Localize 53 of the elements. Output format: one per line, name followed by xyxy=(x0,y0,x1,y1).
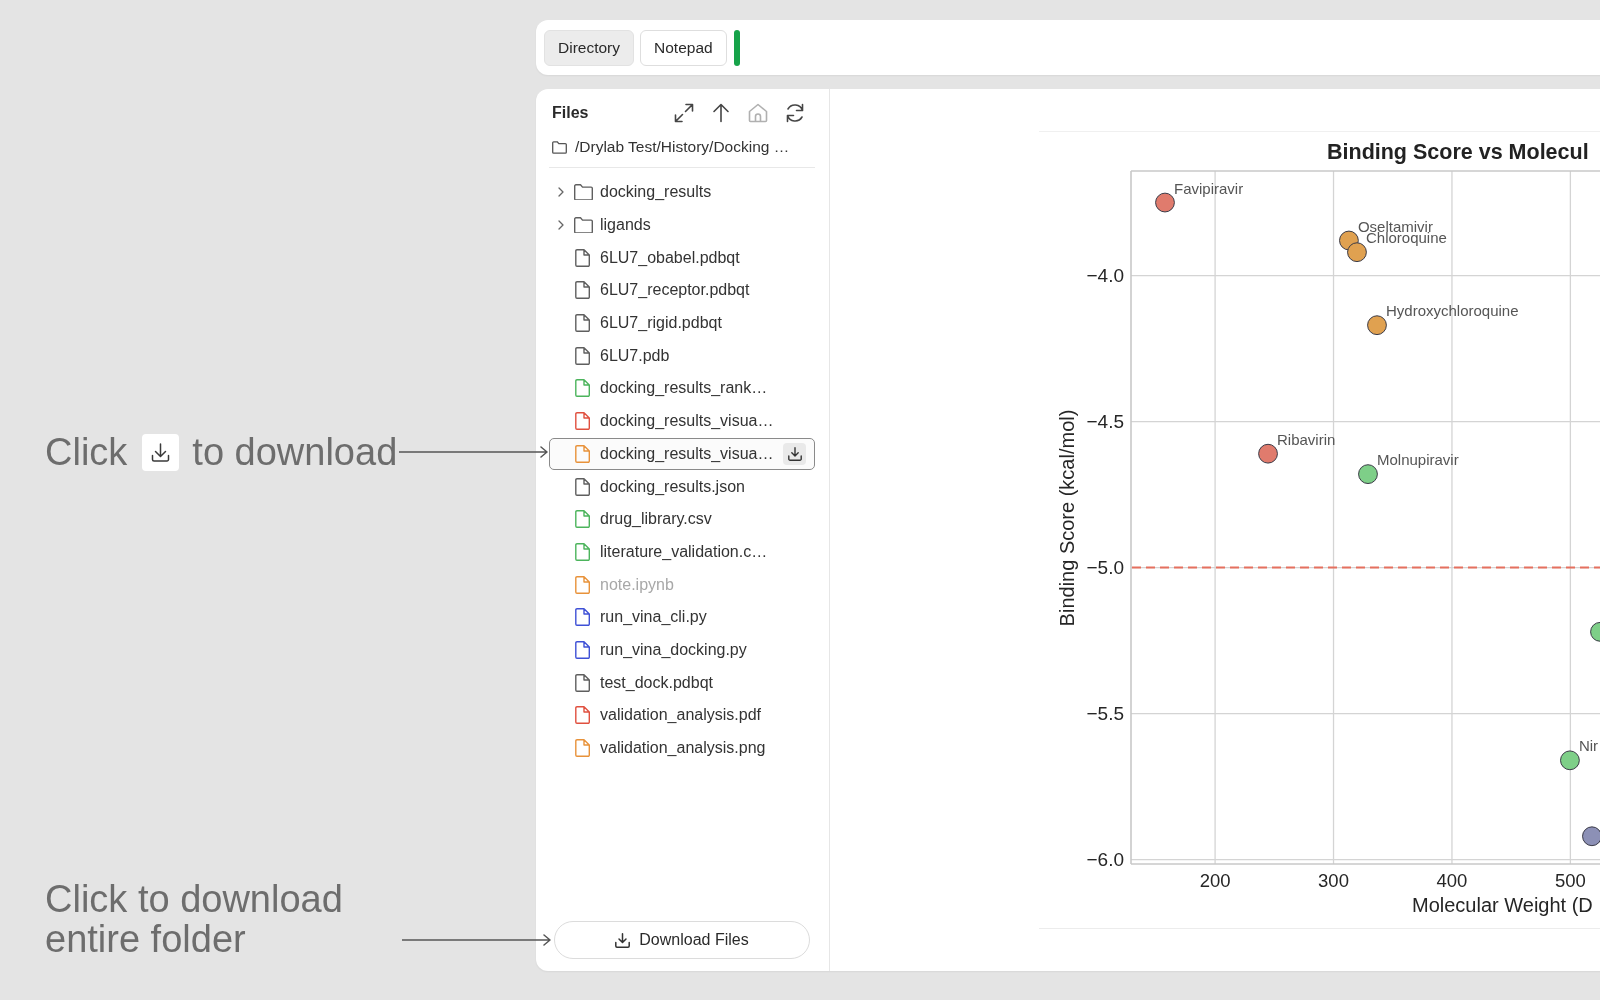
file-item[interactable]: run_vina_cli.py xyxy=(549,600,815,634)
chevron-icon[interactable] xyxy=(558,220,564,231)
point-label: Favipiravir xyxy=(1174,179,1244,197)
point-label: Hydroxychloroquine xyxy=(1386,302,1519,320)
refresh-icon[interactable] xyxy=(785,103,805,123)
x-tick-label: 200 xyxy=(1199,869,1231,891)
folder-icon xyxy=(552,140,567,154)
file-item[interactable]: docking_results_visua… xyxy=(549,404,815,438)
file-item[interactable]: docking_results_rank… xyxy=(549,372,815,405)
file-item[interactable]: literature_validation.c… xyxy=(549,535,815,569)
file-item[interactable]: 6LU7_receptor.pdbqt xyxy=(549,274,815,307)
download-files-button[interactable]: Download Files xyxy=(554,921,810,959)
file-item[interactable]: validation_analysis.pdf xyxy=(549,699,815,732)
tab[interactable]: Directory xyxy=(544,29,634,66)
y-tick-label: −4.5 xyxy=(1086,411,1124,433)
x-tick-label: 400 xyxy=(1436,869,1468,891)
indicator-bar xyxy=(733,29,740,66)
y-tick-label: −5.0 xyxy=(1086,557,1124,579)
file-item[interactable]: 6LU7_obabel.pdbqt xyxy=(549,241,815,275)
point-label: Ribavirin xyxy=(1277,430,1336,448)
y-tick-label: −6.0 xyxy=(1086,849,1124,871)
expand-icon[interactable] xyxy=(674,103,694,123)
file-item[interactable]: 6LU7_rigid.pdbqt xyxy=(549,306,815,340)
tab[interactable]: Notepad xyxy=(640,29,727,66)
y-axis-title: Binding Score (kcal/mol) xyxy=(1056,409,1078,627)
download-icon xyxy=(142,433,180,471)
x-tick-label: 300 xyxy=(1318,869,1349,891)
file-item[interactable]: docking_results.json xyxy=(549,470,815,503)
download-icon xyxy=(787,446,802,461)
y-tick-label: −4.0 xyxy=(1086,265,1124,287)
file-item[interactable]: run_vina_docking.py xyxy=(549,633,815,667)
file-item[interactable]: 6LU7.pdb xyxy=(549,339,815,373)
file-item[interactable]: docking_results_visua… xyxy=(549,437,815,471)
chart-title: Binding Score vs Molecul xyxy=(1327,140,1589,164)
callout-text: Click to download entire folder xyxy=(45,879,344,959)
download-icon xyxy=(615,932,631,948)
point-label: Molnupiravir xyxy=(1377,451,1459,469)
x-axis-title: Molecular Weight (D xyxy=(1412,894,1593,916)
download-button[interactable] xyxy=(783,442,806,465)
file-item[interactable]: test_dock.pdbqt xyxy=(549,666,815,699)
panel-title: Files xyxy=(552,104,589,122)
file-item[interactable]: drug_library.csv xyxy=(549,502,815,536)
breadcrumb-path: /Drylab Test/History/Docking … xyxy=(575,138,790,156)
callout-text: to download xyxy=(192,430,398,475)
up-arrow-icon[interactable] xyxy=(711,103,731,123)
chevron-icon[interactable] xyxy=(558,187,564,198)
y-tick-label: −5.5 xyxy=(1086,703,1124,725)
point-label: Nir xyxy=(1578,737,1599,755)
x-tick-label: 500 xyxy=(1554,869,1586,891)
folder-item[interactable]: ligands xyxy=(549,208,815,242)
callout-text: Click xyxy=(45,430,128,475)
folder-item[interactable]: docking_results xyxy=(549,176,815,209)
file-item[interactable]: validation_analysis.png xyxy=(549,731,815,765)
